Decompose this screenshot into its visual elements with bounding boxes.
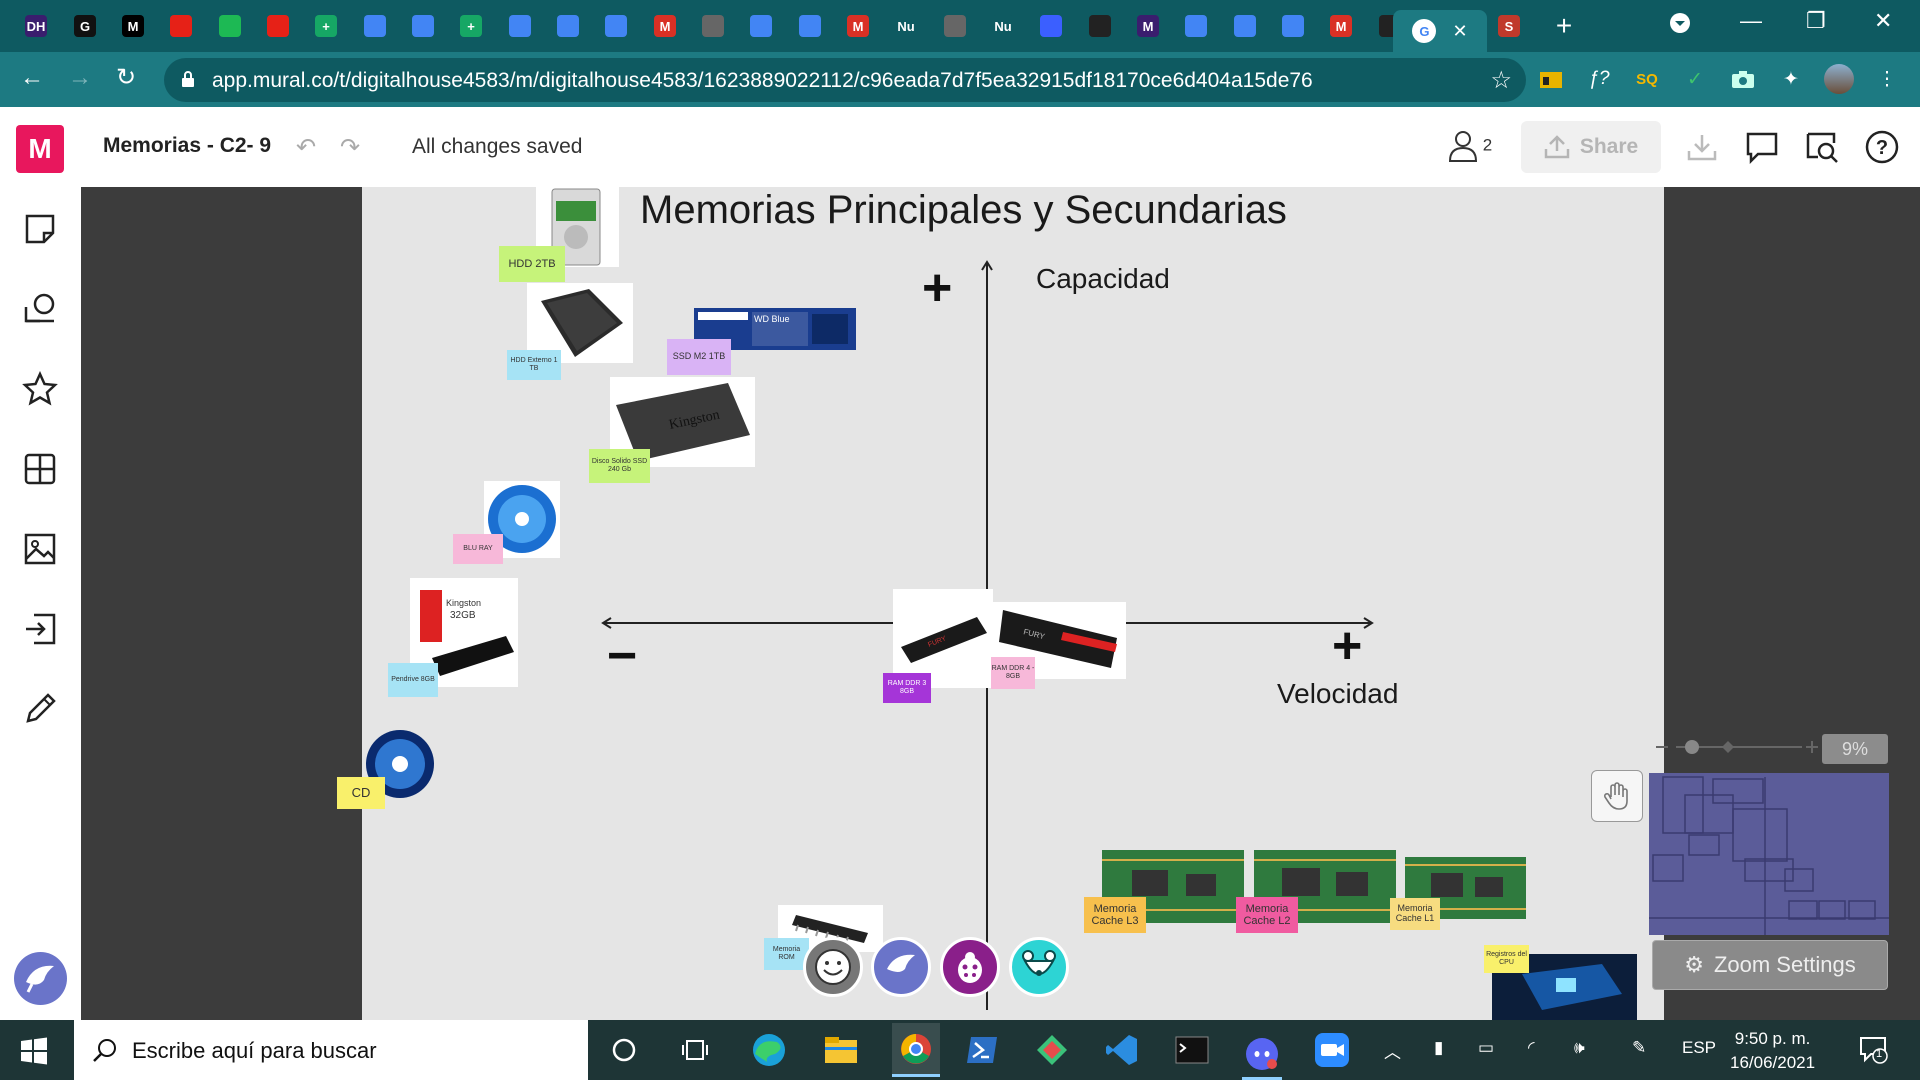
show-hidden-icons-icon[interactable]: ︿ bbox=[1384, 1038, 1401, 1063]
clock[interactable]: 9:50 p. m. 16/06/2021 bbox=[1730, 1027, 1815, 1075]
avatar-smiley[interactable] bbox=[803, 937, 863, 997]
sticky-note-cache-l3[interactable]: Memoria Cache L3 bbox=[1084, 897, 1146, 933]
volume-icon[interactable]: 🕪 bbox=[1574, 1038, 1585, 1058]
notification-count: 1 bbox=[1876, 1048, 1883, 1060]
powershell-icon[interactable] bbox=[962, 1030, 1002, 1070]
vscode-icon[interactable] bbox=[1102, 1030, 1142, 1070]
avatar-bear[interactable] bbox=[1009, 937, 1069, 997]
sticky-note-registers[interactable]: Registros del CPU bbox=[1484, 945, 1529, 973]
clock-time: 9:50 p. m. bbox=[1734, 1029, 1811, 1048]
edge-icon[interactable] bbox=[749, 1030, 789, 1070]
minus-left-sign: − bbox=[607, 627, 638, 685]
pen-workspace-icon[interactable]: ✎ bbox=[1632, 1038, 1646, 1058]
zoom-settings-label: Zoom Settings bbox=[1713, 952, 1856, 977]
plus-top-sign: + bbox=[922, 259, 953, 317]
plus-right-sign: + bbox=[1332, 617, 1363, 675]
x-axis-label: Velocidad bbox=[1277, 678, 1399, 709]
sticky-note-ssd-disk[interactable]: Disco Solido SSD 240 Gb bbox=[589, 449, 650, 483]
avatar-ladybug[interactable] bbox=[940, 937, 1000, 997]
wd-blue-text: WD Blue bbox=[754, 314, 790, 324]
windows-taskbar: Escribe aquí para buscar ︿ ▮ ▭ ◜ 🕪 ✎ ESP… bbox=[0, 1020, 1920, 1080]
zoom-app-icon[interactable] bbox=[1312, 1030, 1352, 1070]
sticky-note-bluray[interactable]: BLU RAY bbox=[453, 534, 503, 564]
sticky-note-cache-l2[interactable]: Memoria Cache L2 bbox=[1236, 897, 1298, 933]
discord-icon[interactable] bbox=[1242, 1030, 1282, 1080]
sticky-note-hdd-external[interactable]: HDD Externo 1 TB bbox=[507, 350, 561, 380]
sticky-note-ram-ddr4[interactable]: RAM DDR 4 - 8GB bbox=[991, 657, 1035, 689]
notifications-icon[interactable]: 1 bbox=[1858, 1034, 1888, 1069]
windows-start-icon[interactable] bbox=[20, 1037, 48, 1065]
pendrive-size-text: 32GB bbox=[450, 610, 476, 621]
sticky-note-hdd-2tb[interactable]: HDD 2TB bbox=[499, 246, 565, 282]
pendrive-brand-text: Kingston bbox=[446, 598, 481, 608]
quadrant-axes bbox=[601, 260, 1374, 1010]
battery-icon[interactable]: ▭ bbox=[1478, 1038, 1494, 1058]
file-explorer-icon[interactable] bbox=[821, 1030, 861, 1070]
sticky-note-pendrive[interactable]: Pendrive 8GB bbox=[388, 663, 438, 697]
network-icon[interactable]: ◜ bbox=[1528, 1038, 1535, 1058]
avatar-bird[interactable] bbox=[871, 937, 931, 997]
usb-icon[interactable]: ▮ bbox=[1434, 1038, 1443, 1058]
minimap[interactable] bbox=[1649, 773, 1889, 935]
task-view-icon[interactable] bbox=[675, 1030, 715, 1070]
language-indicator[interactable]: ESP bbox=[1682, 1038, 1716, 1058]
search-icon bbox=[93, 1039, 116, 1062]
sticky-note-ram-ddr3[interactable]: RAM DDR 3 8GB bbox=[883, 673, 931, 703]
clock-date: 16/06/2021 bbox=[1730, 1053, 1816, 1072]
gear-icon: ⚙ bbox=[1684, 952, 1704, 977]
search-placeholder: Escribe aquí para buscar bbox=[132, 1038, 377, 1063]
chrome-taskbar-icon[interactable] bbox=[892, 1023, 940, 1077]
taskbar-search-box[interactable]: Escribe aquí para buscar bbox=[74, 1020, 588, 1080]
gitkraken-icon[interactable] bbox=[1032, 1030, 1072, 1070]
sticky-note-cache-l1[interactable]: Memoria Cache L1 bbox=[1390, 898, 1440, 930]
board-title: Memorias Principales y Secundarias bbox=[640, 188, 1287, 232]
zoom-settings-button[interactable]: ⚙ Zoom Settings bbox=[1652, 940, 1888, 990]
sticky-note-cd[interactable]: CD bbox=[337, 777, 385, 809]
terminal-icon[interactable] bbox=[1172, 1030, 1212, 1070]
y-axis-label: Capacidad bbox=[1036, 263, 1170, 294]
hand-tool-icon[interactable] bbox=[1591, 770, 1643, 822]
cortana-icon[interactable] bbox=[604, 1030, 644, 1070]
zoom-percent[interactable]: 9% bbox=[1822, 734, 1888, 764]
sticky-note-ssd-m2[interactable]: SSD M2 1TB bbox=[667, 339, 731, 375]
